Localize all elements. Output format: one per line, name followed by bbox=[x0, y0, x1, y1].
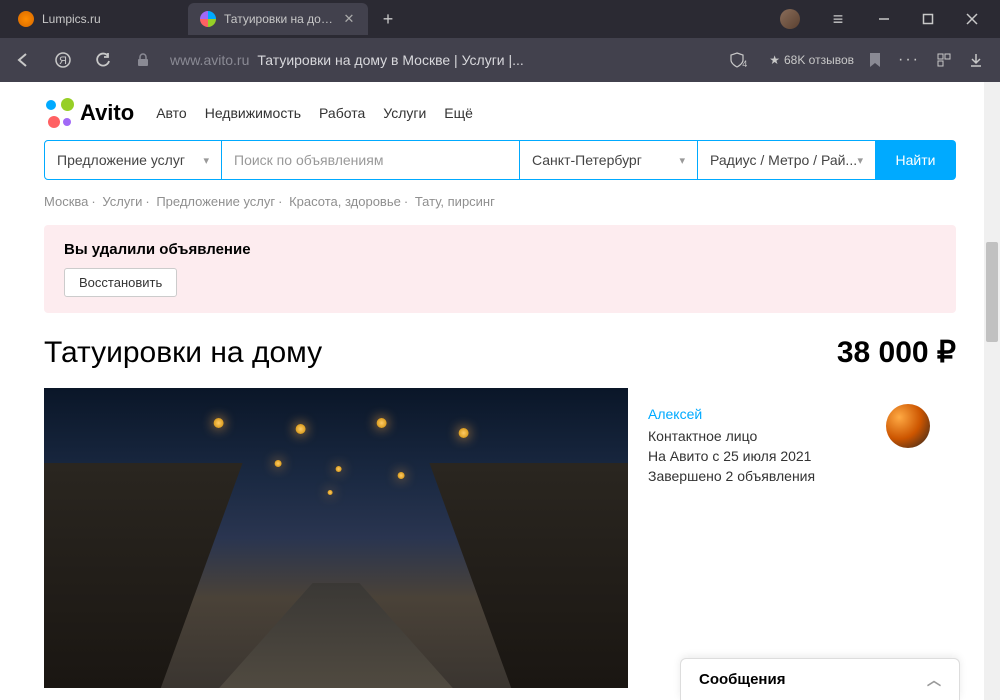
browser-chrome: Lumpics.ru Татуировки на дому в | ✕ + ≡ … bbox=[0, 0, 1000, 82]
category-label: Предложение услуг bbox=[57, 152, 185, 168]
reviews-count: 68K отзывов bbox=[784, 53, 854, 67]
nav-auto[interactable]: Авто bbox=[156, 105, 187, 121]
profile-avatar-icon[interactable] bbox=[780, 9, 800, 29]
more-icon[interactable]: ··· bbox=[898, 51, 920, 69]
tab-lumpics[interactable]: Lumpics.ru bbox=[6, 3, 186, 35]
listing-body: Алексей Контактное лицо На Авито с 25 ию… bbox=[44, 388, 956, 688]
seller-avatar[interactable] bbox=[886, 404, 930, 448]
back-button[interactable] bbox=[10, 47, 36, 73]
extensions-icon[interactable] bbox=[936, 52, 952, 68]
chevron-down-icon: ▾ bbox=[679, 154, 685, 167]
page-content: Avito Авто Недвижимость Работа Услуги Ещ… bbox=[0, 82, 1000, 700]
search-button[interactable]: Найти bbox=[876, 140, 956, 180]
maximize-button[interactable] bbox=[906, 0, 950, 38]
scrollbar[interactable] bbox=[984, 82, 1000, 700]
download-icon[interactable] bbox=[968, 52, 984, 68]
logo-text: Avito bbox=[80, 100, 134, 126]
shield-badge-count: 4 bbox=[742, 59, 747, 69]
tab-title: Татуировки на дому в | bbox=[224, 12, 334, 26]
url-path: Татуировки на дому в Москве | Услуги |..… bbox=[257, 52, 523, 68]
site-header: Avito Авто Недвижимость Работа Услуги Ещ… bbox=[44, 98, 956, 128]
chevron-down-icon: ▾ bbox=[857, 154, 863, 167]
messages-panel[interactable]: Сообщения ︿ bbox=[680, 658, 960, 700]
radius-label: Радиус / Метро / Рай... bbox=[710, 152, 857, 168]
breadcrumb: Москва· Услуги· Предложение услуг· Красо… bbox=[44, 194, 956, 209]
listing-title: Татуировки на дому bbox=[44, 336, 322, 370]
nav-services[interactable]: Услуги bbox=[383, 105, 426, 121]
close-tab-icon[interactable]: ✕ bbox=[342, 12, 356, 26]
seller-since: На Авито с 25 июля 2021 bbox=[648, 446, 815, 466]
reviews-extension[interactable]: ★ 68K отзывов bbox=[769, 53, 854, 67]
chevron-down-icon: ▾ bbox=[203, 154, 209, 167]
yandex-icon[interactable]: Я bbox=[50, 47, 76, 73]
nav-job[interactable]: Работа bbox=[319, 105, 365, 121]
logo-dots-icon bbox=[44, 98, 74, 128]
tab-avito[interactable]: Татуировки на дому в | ✕ bbox=[188, 3, 368, 35]
window-controls: ≡ bbox=[780, 0, 994, 38]
svg-text:Я: Я bbox=[59, 55, 67, 67]
crumb-beauty[interactable]: Красота, здоровье bbox=[289, 194, 401, 209]
reload-button[interactable] bbox=[90, 47, 116, 73]
crumb-services[interactable]: Услуги bbox=[102, 194, 142, 209]
search-input[interactable]: Поиск по объявлениям bbox=[222, 140, 520, 180]
tab-title: Lumpics.ru bbox=[42, 12, 174, 26]
city-label: Санкт-Петербург bbox=[532, 152, 642, 168]
crumb-tattoo[interactable]: Тату, пирсинг bbox=[415, 194, 495, 209]
minimize-button[interactable] bbox=[862, 0, 906, 38]
star-icon: ★ bbox=[769, 53, 780, 67]
seller-completed: Завершено 2 объявления bbox=[648, 466, 815, 486]
category-select[interactable]: Предложение услуг ▾ bbox=[44, 140, 222, 180]
messages-label: Сообщения bbox=[699, 671, 785, 688]
city-select[interactable]: Санкт-Петербург ▾ bbox=[520, 140, 698, 180]
nav-more[interactable]: Ещё bbox=[444, 105, 473, 121]
menu-icon[interactable]: ≡ bbox=[818, 9, 858, 30]
listing-gallery[interactable] bbox=[44, 388, 628, 688]
restore-button[interactable]: Восстановить bbox=[64, 268, 177, 297]
crumb-offer[interactable]: Предложение услуг bbox=[156, 194, 275, 209]
shield-extension-icon[interactable]: 4 bbox=[728, 51, 755, 69]
notice-title: Вы удалили объявление bbox=[64, 241, 936, 258]
nav-bar: Я www.avito.ru Татуировки на дому в Моск… bbox=[0, 38, 1000, 82]
tab-favicon-avito bbox=[200, 11, 216, 27]
seller-name[interactable]: Алексей bbox=[648, 404, 815, 424]
seller-panel: Алексей Контактное лицо На Авито с 25 ию… bbox=[628, 388, 936, 688]
listing-price: 38 000 ₽ bbox=[837, 335, 956, 370]
restore-label: Восстановить bbox=[79, 275, 162, 290]
seller-role: Контактное лицо bbox=[648, 426, 815, 446]
search-button-label: Найти bbox=[896, 152, 936, 168]
radius-select[interactable]: Радиус / Метро / Рай... ▾ bbox=[698, 140, 876, 180]
tab-bar: Lumpics.ru Татуировки на дому в | ✕ + ≡ bbox=[0, 0, 1000, 38]
lock-icon[interactable] bbox=[130, 47, 156, 73]
crumb-city[interactable]: Москва bbox=[44, 194, 88, 209]
deleted-notice: Вы удалили объявление Восстановить bbox=[44, 225, 956, 313]
scrollbar-thumb[interactable] bbox=[986, 242, 998, 342]
avito-logo[interactable]: Avito bbox=[44, 98, 134, 128]
chevron-up-icon: ︿ bbox=[927, 670, 941, 690]
top-nav: Авто Недвижимость Работа Услуги Ещё bbox=[156, 105, 473, 121]
search-placeholder: Поиск по объявлениям bbox=[234, 152, 383, 168]
tab-favicon-lumpics bbox=[18, 11, 34, 27]
new-tab-button[interactable]: + bbox=[374, 5, 402, 33]
gallery-image bbox=[44, 388, 628, 688]
address-bar[interactable]: www.avito.ru Татуировки на дому в Москве… bbox=[170, 52, 714, 68]
listing-header: Татуировки на дому 38 000 ₽ bbox=[44, 335, 956, 370]
search-bar: Предложение услуг ▾ Поиск по объявлениям… bbox=[44, 140, 956, 180]
nav-realty[interactable]: Недвижимость bbox=[205, 105, 301, 121]
url-domain: www.avito.ru bbox=[170, 52, 249, 68]
bookmark-icon[interactable] bbox=[868, 52, 882, 68]
close-window-button[interactable] bbox=[950, 0, 994, 38]
